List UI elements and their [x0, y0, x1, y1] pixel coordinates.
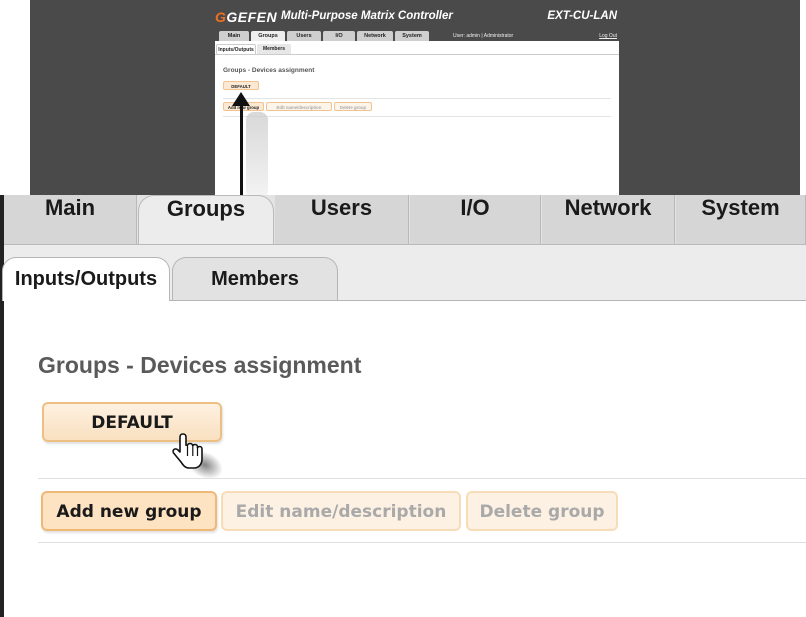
subtab-members[interactable]: Members [172, 257, 338, 301]
thumbnail-header: GGEFEN Multi-Purpose Matrix Controller E… [213, 7, 621, 31]
logo-text: GEFEN [226, 9, 278, 25]
hand-pointer-cursor-icon [172, 433, 203, 469]
section-divider-bottom [38, 542, 806, 543]
subtab-inputs-outputs[interactable]: Inputs/Outputs [2, 257, 170, 301]
thumbnail-page: Inputs/Outputs Members Groups - Devices … [215, 41, 619, 198]
thumb-tab-main[interactable]: Main [219, 31, 249, 41]
thumb-logout-link[interactable]: Log Out [599, 31, 617, 41]
tab-system[interactable]: System [676, 195, 806, 245]
thumb-tab-users[interactable]: Users [287, 31, 321, 41]
add-new-group-button[interactable]: Add new group [41, 491, 217, 531]
thumb-divider [223, 98, 611, 99]
callout-arrow-line [240, 100, 243, 198]
thumb-subtab-divider [215, 54, 619, 55]
tab-users[interactable]: Users [275, 195, 409, 245]
sub-nav-divider [170, 300, 806, 301]
tab-groups[interactable]: Groups [138, 195, 274, 245]
thumbnail-nav: Main Groups Users I/O Network System Use… [215, 31, 619, 41]
thumb-heading: Groups - Devices assignment [223, 67, 315, 74]
zoomed-view: Main Groups Users I/O Network System Inp… [0, 195, 806, 617]
main-nav: Main Groups Users I/O Network System [4, 195, 806, 245]
thumb-tab-groups[interactable]: Groups [251, 31, 285, 41]
thumb-default-group-button[interactable]: DEFAULT [223, 81, 259, 90]
delete-group-button[interactable]: Delete group [466, 491, 618, 531]
thumb-tab-network[interactable]: Network [357, 31, 393, 41]
tab-io[interactable]: I/O [410, 195, 541, 245]
thumb-divider-2 [223, 116, 611, 117]
section-divider-top [38, 478, 806, 479]
thumb-subtab-inputs-outputs[interactable]: Inputs/Outputs [216, 44, 256, 54]
tab-network[interactable]: Network [542, 195, 675, 245]
gefen-logo-icon: GGEFEN [215, 9, 278, 25]
edit-name-description-button[interactable]: Edit name/description [221, 491, 461, 531]
model-name: EXT-CU-LAN [547, 10, 617, 22]
thumb-user-info: User: admin | Administrator [453, 33, 514, 39]
callout-glow [246, 112, 268, 198]
sub-nav: Inputs/Outputs Members [2, 245, 806, 301]
page-title: Groups - Devices assignment [38, 352, 362, 378]
thumb-subtab-members[interactable]: Members [257, 44, 291, 54]
app-title: Multi-Purpose Matrix Controller [281, 10, 453, 22]
screenshot-stage: GGEFEN Multi-Purpose Matrix Controller E… [0, 0, 806, 617]
thumb-delete-button[interactable]: Delete group [334, 102, 372, 111]
tab-main[interactable]: Main [4, 195, 137, 245]
thumb-edit-button[interactable]: Edit name/description [266, 102, 332, 111]
thumb-tab-system[interactable]: System [395, 31, 429, 41]
thumb-tab-io[interactable]: I/O [323, 31, 355, 41]
